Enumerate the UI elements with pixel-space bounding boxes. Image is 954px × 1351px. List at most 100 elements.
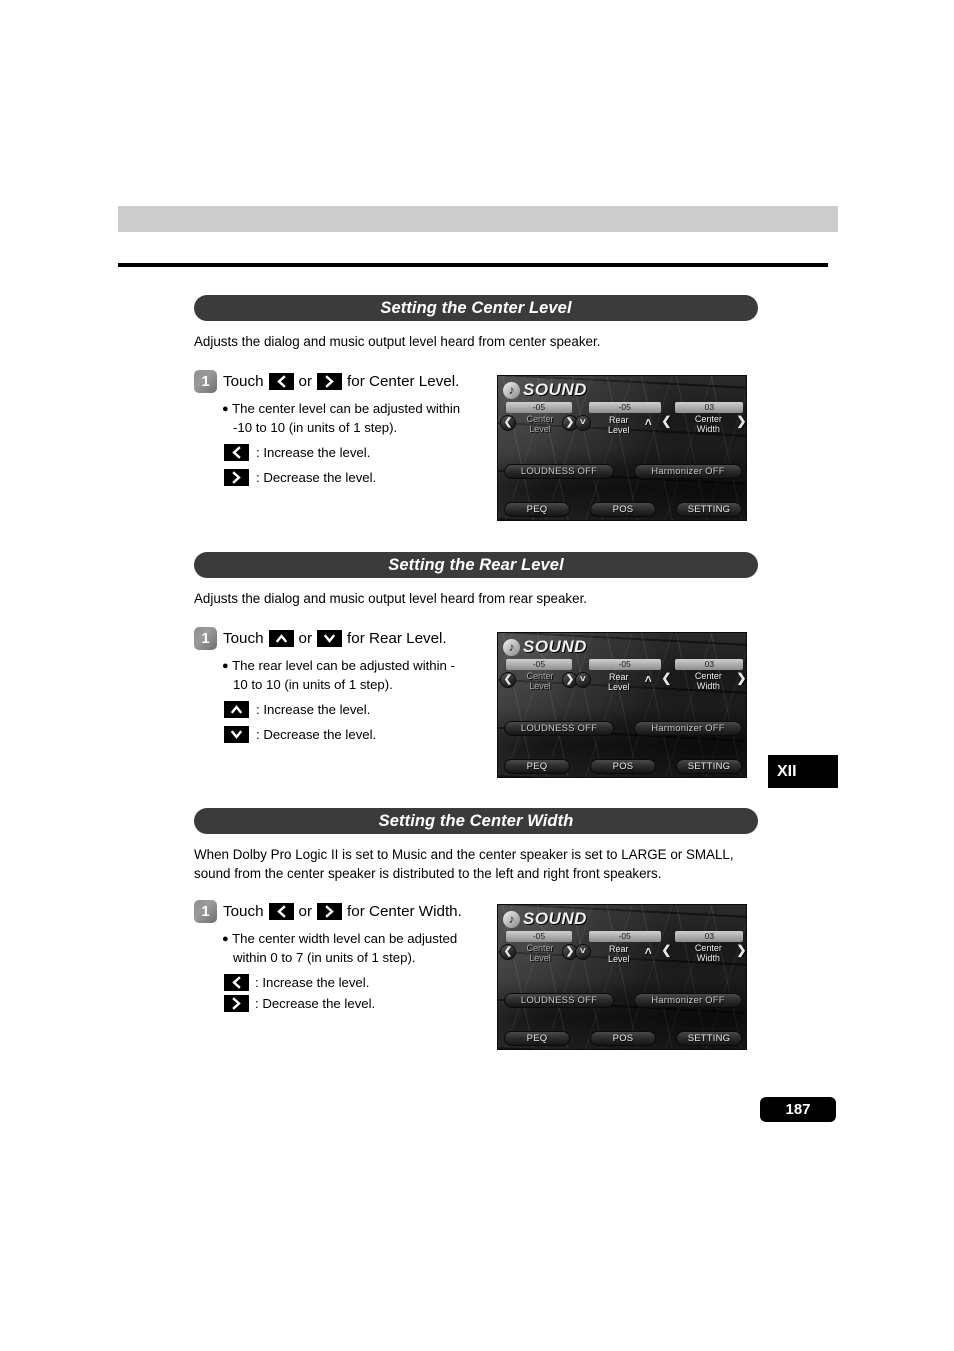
loudness-toggle-button[interactable]: LOUDNESS OFF: [504, 721, 614, 736]
bullet-dot-icon: ●: [222, 933, 229, 945]
step-prefix: Touch: [223, 372, 264, 390]
page-number-badge: 187: [760, 1097, 836, 1122]
section-description: Adjusts the dialog and music output leve…: [194, 334, 601, 349]
device-header: ♪ SOUND: [503, 637, 587, 657]
device-screenshot-sound: ♪ SOUND -05 ❮ Center Level ❯ -05 ˅ Rear …: [497, 375, 747, 521]
step-heading: 1 Touch or for Center Width.: [194, 899, 494, 923]
device-header-title: SOUND: [523, 909, 587, 928]
param-value: -05: [588, 659, 661, 670]
param-center-width: 03 ❮ Center Width ❯: [661, 402, 746, 438]
step-block: 1 Touch or for Center Width. ● The cente…: [194, 899, 494, 1013]
step-conjunction: or: [298, 902, 313, 920]
legend-increase-label: : Increase the level.: [256, 445, 371, 460]
loudness-toggle-button[interactable]: LOUDNESS OFF: [504, 993, 614, 1008]
rear-level-down-arrow-button[interactable]: ˅: [574, 672, 591, 688]
bullet-dot-icon: ●: [222, 660, 229, 672]
param-value: -05: [506, 402, 572, 413]
device-screenshot-sound: ♪ SOUND -05 ❮ Center Level ❯ -05 ˅ Rear …: [497, 632, 747, 778]
legend-decrease-label: : Decrease the level.: [256, 727, 377, 742]
legend-increase-label: : Increase the level.: [255, 975, 370, 990]
key-left-icon[interactable]: [224, 444, 249, 461]
center-level-left-arrow-button[interactable]: ❮: [500, 672, 516, 688]
step-prefix: Touch: [223, 629, 264, 647]
legend-decrease-row: : Decrease the level.: [224, 468, 494, 487]
harmonizer-toggle-button[interactable]: Harmonizer OFF: [634, 993, 742, 1008]
peq-button[interactable]: PEQ: [504, 1031, 570, 1046]
key-left-icon[interactable]: [224, 974, 249, 991]
rear-level-up-arrow-button[interactable]: ˄: [645, 415, 652, 429]
loudness-toggle-button[interactable]: LOUDNESS OFF: [504, 464, 614, 479]
device-screenshot-sound: ♪ SOUND -05 ❮ Center Level ❯ -05 ˅ Rear …: [497, 904, 747, 1050]
param-label: Center Width: [694, 414, 722, 434]
param-label: Center Width: [694, 671, 722, 691]
harmonizer-toggle-button[interactable]: Harmonizer OFF: [634, 464, 742, 479]
center-width-right-arrow-button[interactable]: ❯: [736, 671, 746, 685]
step-suffix: for Rear Level.: [347, 629, 447, 647]
rear-level-up-arrow-button[interactable]: ˄: [645, 672, 652, 686]
center-level-left-arrow-button[interactable]: ❮: [500, 415, 516, 431]
step-block: 1 Touch or for Rear Level. ● The rear le…: [194, 626, 494, 744]
pos-button[interactable]: POS: [590, 759, 656, 774]
key-up-icon[interactable]: [268, 629, 294, 647]
step-suffix: for Center Level.: [347, 372, 460, 390]
legend-increase-label: : Increase the level.: [256, 702, 371, 717]
music-note-icon: ♪: [503, 910, 520, 928]
key-left-icon[interactable]: [268, 902, 294, 920]
step-number-badge: 1: [194, 899, 217, 923]
center-width-left-arrow-button[interactable]: ❮: [661, 671, 671, 685]
peq-button[interactable]: PEQ: [504, 759, 570, 774]
rear-level-up-arrow-button[interactable]: ˄: [645, 944, 652, 958]
bullet-text-line2: within 0 to 7 (in units of 1 step).: [233, 949, 416, 965]
center-level-left-arrow-button[interactable]: ❮: [500, 944, 516, 960]
pos-button[interactable]: POS: [590, 1031, 656, 1046]
step-instruction: Touch or for Center Level.: [223, 372, 460, 390]
param-rear-level: -05 ˅ Rear Level ˄: [574, 931, 661, 967]
bullet-text-line1: The center width level can be adjusted: [232, 931, 458, 946]
step-suffix: for Center Width.: [347, 902, 462, 920]
param-label: Center Width: [694, 943, 722, 963]
param-label: Center Level: [526, 414, 554, 434]
setting-button[interactable]: SETTING: [676, 502, 742, 517]
center-width-right-arrow-button[interactable]: ❯: [736, 414, 746, 428]
legend-decrease-label: : Decrease the level.: [256, 470, 377, 485]
section-banner: Setting the Rear Level: [194, 552, 758, 578]
param-center-level: -05 ❮ Center Level ❯: [500, 931, 578, 967]
key-down-icon[interactable]: [317, 629, 343, 647]
key-right-icon[interactable]: [317, 902, 343, 920]
param-label: Center Level: [526, 943, 554, 963]
section-title: Setting the Rear Level: [388, 555, 564, 574]
key-right-icon[interactable]: [317, 372, 343, 390]
center-width-left-arrow-button[interactable]: ❮: [661, 943, 671, 957]
bullet-text-line2: 10 to 10 (in units of 1 step).: [233, 676, 393, 692]
setting-button[interactable]: SETTING: [676, 1031, 742, 1046]
device-params-row: -05 ❮ Center Level ❯ -05 ˅ Rear Level ˄ …: [498, 659, 746, 695]
rear-level-down-arrow-button[interactable]: ˅: [574, 415, 591, 431]
key-left-icon[interactable]: [268, 372, 294, 390]
rear-level-down-arrow-button[interactable]: ˅: [574, 944, 591, 960]
step-number-badge: 1: [194, 369, 217, 393]
section-description: Adjusts the dialog and music output leve…: [194, 591, 588, 606]
harmonizer-toggle-button[interactable]: Harmonizer OFF: [634, 721, 742, 736]
peq-button[interactable]: PEQ: [504, 502, 570, 517]
music-note-icon: ♪: [503, 381, 520, 399]
bullet-text-line2: -10 to 10 (in units of 1 step).: [233, 419, 398, 435]
device-header-title: SOUND: [523, 380, 587, 399]
music-note-icon: ♪: [503, 638, 520, 656]
key-up-icon[interactable]: [224, 701, 249, 718]
bullet-note: ● The rear level can be adjusted within …: [222, 657, 494, 694]
legend-increase-row: : Increase the level.: [224, 973, 494, 992]
center-width-left-arrow-button[interactable]: ❮: [661, 414, 671, 428]
section-title: Setting the Center Width: [378, 811, 574, 830]
param-value: -05: [588, 931, 661, 942]
legend-decrease-label: : Decrease the level.: [255, 996, 376, 1011]
param-value: 03: [675, 659, 744, 670]
key-right-icon[interactable]: [224, 469, 249, 486]
key-right-icon[interactable]: [224, 995, 249, 1012]
key-down-icon[interactable]: [224, 726, 249, 743]
section-description: When Dolby Pro Logic II is set to Music …: [194, 847, 734, 881]
param-label: Rear Level: [607, 672, 630, 692]
pos-button[interactable]: POS: [590, 502, 656, 517]
setting-button[interactable]: SETTING: [676, 759, 742, 774]
legend-increase-row: : Increase the level.: [224, 700, 494, 719]
center-width-right-arrow-button[interactable]: ❯: [736, 943, 746, 957]
